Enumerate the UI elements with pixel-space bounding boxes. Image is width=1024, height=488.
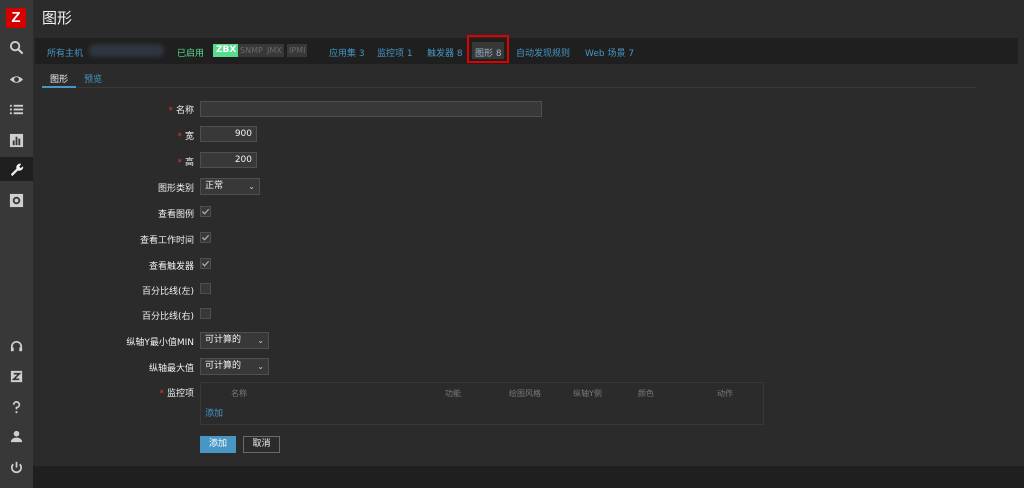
- cancel-button[interactable]: 取消: [243, 436, 280, 453]
- app: Z 图形 所有主机 已启用 ZBX SNMP JMX IPMI 应用集 3 监控…: [0, 0, 1024, 488]
- name-label: * 名称: [168, 106, 194, 116]
- wrench-icon[interactable]: [0, 157, 33, 181]
- chevron-down-icon: ⌄: [248, 182, 255, 191]
- y-min-value: 可计算的: [205, 335, 242, 345]
- show-legend-checkbox[interactable]: [200, 206, 211, 217]
- host-navigation: 所有主机 已启用 ZBX SNMP JMX IPMI 应用集 3 监控项 1 触…: [35, 35, 1018, 64]
- graphs-highlight-box: [467, 35, 509, 63]
- gear-icon[interactable]: [0, 188, 33, 212]
- height-label: * 高: [177, 158, 194, 168]
- chevron-down-icon: ⌄: [257, 362, 264, 371]
- column-header-y-axis-side: 纵轴Y侧: [573, 389, 602, 398]
- height-input[interactable]: 200: [200, 152, 257, 168]
- zabbix-logo[interactable]: Z: [6, 8, 26, 28]
- page-title: 图形: [42, 9, 73, 27]
- search-icon[interactable]: [0, 35, 33, 59]
- column-header-color: 颜色: [638, 389, 654, 398]
- applications-link[interactable]: 应用集 3: [329, 46, 365, 59]
- zbx-badge: ZBX: [213, 44, 240, 57]
- show-working-time-label: 查看工作时间: [139, 236, 194, 246]
- percentile-right-checkbox[interactable]: [200, 308, 211, 319]
- discovery-rules-link[interactable]: 自动发现规则: [516, 46, 570, 59]
- eye-icon[interactable]: [0, 67, 33, 91]
- percentile-left-checkbox[interactable]: [200, 283, 211, 294]
- help-icon[interactable]: [0, 395, 33, 419]
- graph-form-panel: 图形 预览 * 名称 * 宽 * 高 图形类别 查看图例 查看工作时间 查看触发器 百…: [42, 66, 976, 465]
- percentile-right-label: 百分比线(右): [141, 312, 194, 322]
- graph-type-label: 图形类别: [157, 184, 194, 194]
- sidebar: Z: [0, 0, 33, 488]
- width-input[interactable]: 900: [200, 126, 257, 142]
- column-header-action: 动作: [717, 389, 733, 398]
- show-triggers-checkbox[interactable]: [200, 258, 211, 269]
- chart-icon[interactable]: [0, 128, 33, 152]
- graph-items-table: 名称 功能 绘图风格 纵轴Y侧 颜色 动作 添加: [200, 382, 764, 425]
- footer-strip: [33, 466, 1024, 488]
- scrollbar[interactable]: [1018, 34, 1024, 466]
- label-column: * 名称 * 宽 * 高 图形类别 查看图例 查看工作时间 查看触发器 百分比线(左)…: [42, 66, 194, 465]
- y-max-select[interactable]: 可计算的 ⌄: [200, 358, 269, 375]
- graph-type-select[interactable]: 正常 ⌄: [200, 178, 260, 195]
- y-min-select[interactable]: 可计算的 ⌄: [200, 332, 269, 349]
- items-link[interactable]: 监控项 1: [377, 46, 413, 59]
- add-item-link[interactable]: 添加: [205, 406, 223, 419]
- list-icon[interactable]: [0, 97, 33, 121]
- jmx-badge: JMX: [265, 44, 284, 57]
- chevron-down-icon: ⌄: [257, 336, 264, 345]
- column-header-draw-style: 绘图风格: [509, 389, 541, 398]
- graph-type-value: 正常: [205, 181, 224, 191]
- user-icon[interactable]: [0, 424, 33, 448]
- all-hosts-link[interactable]: 所有主机: [47, 46, 83, 59]
- host-name-redacted[interactable]: [89, 44, 164, 57]
- ipmi-badge: IPMI: [287, 44, 308, 57]
- y-max-value: 可计算的: [205, 361, 242, 371]
- y-min-label: 纵轴Y最小值MIN: [126, 338, 194, 348]
- headset-icon[interactable]: [0, 334, 33, 358]
- show-triggers-label: 查看触发器: [148, 262, 194, 272]
- power-icon[interactable]: [0, 455, 33, 479]
- status-enabled[interactable]: 已启用: [177, 46, 204, 59]
- page-header: 图形: [33, 0, 1024, 34]
- items-label: * 监控项: [159, 389, 194, 399]
- percentile-left-label: 百分比线(左): [141, 287, 194, 297]
- triggers-link[interactable]: 触发器 8: [427, 46, 463, 59]
- name-input[interactable]: [200, 101, 542, 117]
- zabbix-share-icon[interactable]: [0, 364, 33, 388]
- web-scenarios-link[interactable]: Web 场景 7: [585, 46, 634, 59]
- add-button[interactable]: 添加: [200, 436, 236, 453]
- column-header-function: 功能: [445, 389, 461, 398]
- show-legend-label: 查看图例: [157, 210, 194, 220]
- column-header-name: 名称: [231, 389, 247, 398]
- width-label: * 宽: [177, 132, 194, 142]
- snmp-badge: SNMP: [238, 44, 265, 57]
- y-max-label: 纵轴最大值: [148, 364, 194, 374]
- show-working-time-checkbox[interactable]: [200, 232, 211, 243]
